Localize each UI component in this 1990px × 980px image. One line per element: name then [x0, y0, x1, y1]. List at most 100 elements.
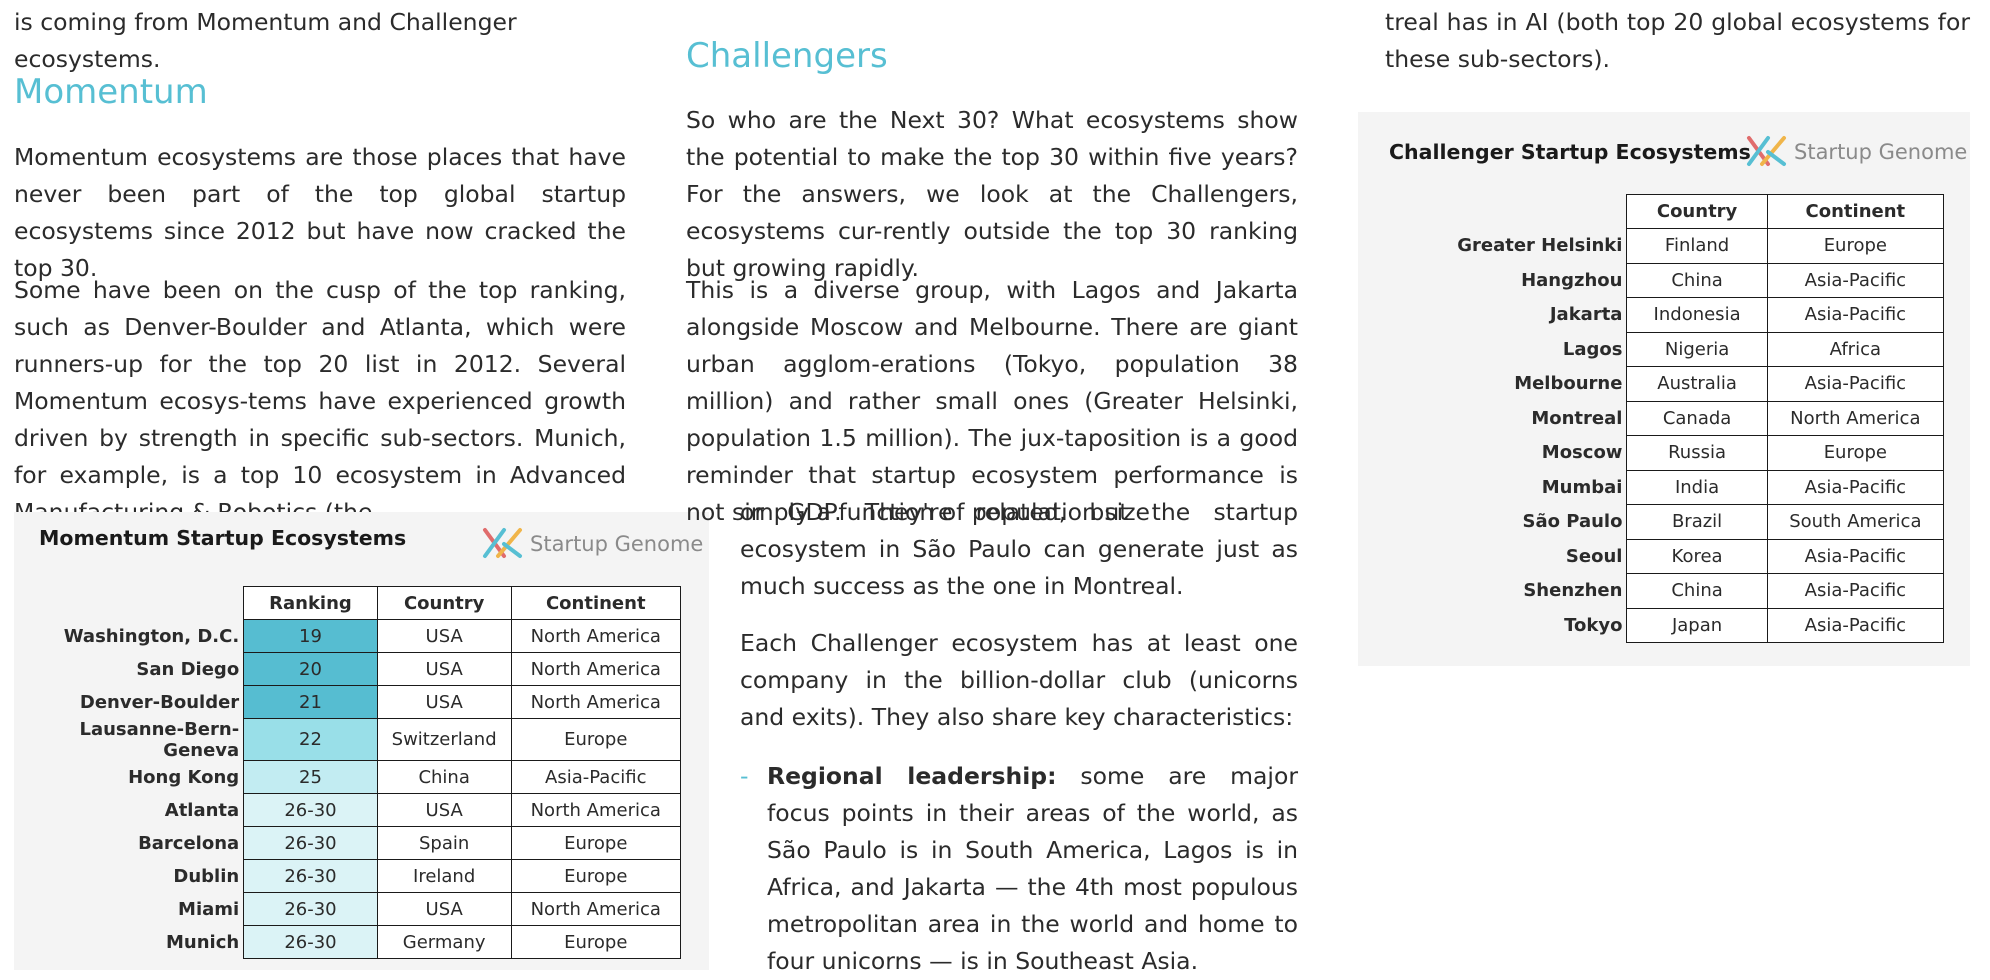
row-ranking: 25 [243, 760, 378, 794]
startup-genome-x-icon [483, 528, 522, 558]
table-row: Miami 26-30 USA North America [14, 892, 682, 926]
momentum-table: Ranking Country Continent Washington, D.… [14, 586, 682, 959]
row-ranking: 21 [243, 685, 378, 719]
row-country: Japan [1626, 607, 1768, 643]
row-country: USA [376, 793, 512, 827]
row-country: USA [376, 619, 512, 653]
bullet-dash: - [740, 762, 749, 790]
row-continent: Europe [510, 859, 682, 893]
table-row: Lagos Nigeria Africa [1358, 331, 1945, 367]
row-continent: Europe [1766, 435, 1945, 471]
row-country: Brazil [1626, 504, 1768, 540]
logo-text: Startup Genome [530, 532, 704, 556]
row-country: Korea [1626, 538, 1768, 574]
startup-genome-logo: Startup Genome [482, 526, 703, 562]
row-country: Finland [1626, 228, 1768, 264]
row-continent: Asia-Pacific [1766, 573, 1945, 609]
row-continent: North America [510, 793, 682, 827]
row-country: Indonesia [1626, 297, 1768, 333]
row-country: Australia [1626, 366, 1768, 402]
table-row: Shenzhen China Asia-Pacific [1358, 573, 1945, 609]
table-row: Jakarta Indonesia Asia-Pacific [1358, 297, 1945, 333]
table-row: Moscow Russia Europe [1358, 435, 1945, 471]
row-city: Mumbai [1541, 476, 1623, 498]
row-continent: Asia-Pacific [1766, 469, 1945, 505]
row-city: Barcelona [138, 832, 240, 854]
row-continent: Europe [510, 826, 682, 860]
row-ranking: 19 [243, 619, 378, 653]
row-continent: Europe [510, 718, 682, 761]
row-continent: Asia-Pacific [1766, 538, 1945, 574]
row-country: Ireland [376, 859, 512, 893]
row-city: Greater Helsinki [1457, 235, 1623, 257]
row-continent: North America [510, 652, 682, 686]
table-row: Montreal Canada North America [1358, 400, 1945, 436]
intro-tail-left: is coming from Momentum and Challenger e… [14, 8, 517, 73]
row-country: Russia [1626, 435, 1768, 471]
row-country: Canada [1626, 400, 1768, 436]
row-city: São Paulo [1522, 511, 1623, 533]
header-country: Country [376, 586, 512, 620]
row-city: Tokyo [1564, 614, 1623, 636]
row-city: San Diego [136, 658, 240, 680]
row-city: Hong Kong [128, 766, 240, 788]
row-city: Moscow [1541, 442, 1623, 464]
table-row: Dublin 26-30 Ireland Europe [14, 859, 682, 893]
row-city: Miami [178, 898, 240, 920]
row-continent: Asia-Pacific [1766, 297, 1945, 333]
row-city: Munich [165, 931, 240, 953]
intro-tail-right: treal has in AI (both top 20 global ecos… [1385, 8, 1970, 73]
row-continent: Europe [510, 925, 682, 959]
header-blank [1358, 195, 1627, 229]
challenger-table: Country Continent Greater Helsinki Finlan… [1358, 194, 1945, 643]
startup-genome-x-icon [1747, 136, 1786, 166]
challenger-table-title: Challenger Startup Ecosystems [1389, 140, 1751, 164]
table-row: San Diego 20 USA North America [14, 652, 682, 686]
row-city: Denver-Boulder [79, 691, 240, 713]
table-row: Hong Kong 25 China Asia-Pacific [14, 760, 682, 794]
row-ranking: 22 [243, 718, 378, 761]
row-continent: Asia-Pacific [1766, 366, 1945, 402]
header-country: Country [1626, 194, 1768, 229]
list-item: - Regional leadership: some are major fo… [740, 758, 1298, 980]
row-continent: North America [1766, 400, 1945, 436]
row-country: Spain [376, 826, 512, 860]
row-country: USA [376, 685, 512, 719]
momentum-table-box: Momentum Startup Ecosystems Startup Geno… [14, 512, 709, 970]
table-row: Melbourne Australia Asia-Pacific [1358, 366, 1945, 402]
table-row: Barcelona 26-30 Spain Europe [14, 826, 682, 860]
header-blank [14, 587, 244, 620]
header-continent: Continent [510, 586, 682, 620]
logo-text: Startup Genome [1794, 140, 1968, 164]
row-continent: Asia-Pacific [510, 760, 682, 794]
row-ranking: 26-30 [243, 925, 378, 959]
table-row: Seoul Korea Asia-Pacific [1358, 538, 1945, 574]
row-country: Switzerland [376, 718, 512, 761]
row-city: Montreal [1531, 407, 1623, 429]
row-country: Germany [376, 925, 512, 959]
row-city: Atlanta [164, 799, 240, 821]
row-country: USA [376, 652, 512, 686]
header-continent: Continent [1766, 194, 1945, 229]
row-ranking: 26-30 [243, 859, 378, 893]
row-city: Shenzhen [1523, 580, 1623, 602]
row-continent: Asia-Pacific [1766, 262, 1945, 298]
challenger-table-box: Challenger Startup Ecosystems Startup Ge… [1358, 112, 1970, 666]
row-city: Jakarta [1549, 304, 1623, 326]
table-row: São Paulo Brazil South America [1358, 504, 1945, 540]
table-row: Hangzhou China Asia-Pacific [1358, 262, 1945, 298]
momentum-paragraph-1: Momentum ecosystems are those places tha… [14, 143, 626, 282]
row-city: Lausanne-Bern-Geneva [79, 718, 240, 761]
row-city: Seoul [1565, 545, 1623, 567]
table-row: Mumbai India Asia-Pacific [1358, 469, 1945, 505]
row-ranking: 26-30 [243, 892, 378, 926]
bullet-text: some are major focus points in their are… [767, 762, 1298, 975]
momentum-paragraph-2: Some have been on the cusp of the top ra… [14, 276, 626, 526]
table-row: Denver-Boulder 21 USA North America [14, 685, 682, 719]
row-continent: South America [1766, 504, 1945, 540]
momentum-table-title: Momentum Startup Ecosystems [39, 526, 407, 550]
challengers-paragraph-3: Each Challenger ecosystem has at least o… [740, 629, 1298, 731]
bullet-bold-label: Regional leadership: [767, 762, 1057, 790]
row-city: Washington, D.C. [63, 625, 240, 647]
row-country: Nigeria [1626, 331, 1768, 367]
